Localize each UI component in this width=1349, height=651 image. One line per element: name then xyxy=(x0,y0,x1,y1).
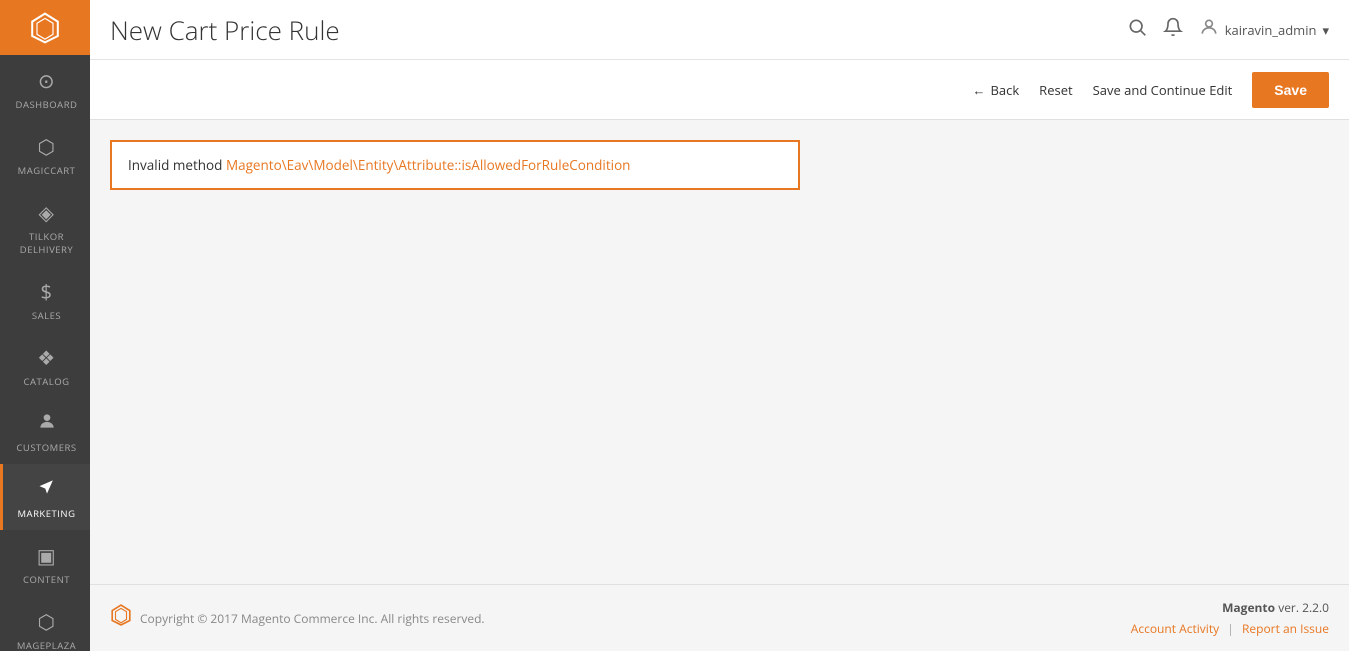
user-dropdown-icon: ▾ xyxy=(1322,21,1329,39)
sidebar: ⊙ DASHBOARD ⬡ MAGICCART ◈ TILKORDELHIVER… xyxy=(0,0,90,651)
marketing-icon xyxy=(37,476,57,503)
sidebar-item-dashboard[interactable]: ⊙ DASHBOARD xyxy=(0,55,90,121)
user-menu[interactable]: kairavin_admin ▾ xyxy=(1199,16,1329,43)
top-bar-actions: kairavin_admin ▾ xyxy=(1127,16,1329,43)
sidebar-item-label: CATALOG xyxy=(24,375,70,388)
user-name: kairavin_admin xyxy=(1225,21,1317,39)
footer-separator: | xyxy=(1227,620,1234,637)
footer-left: Copyright © 2017 Magento Commerce Inc. A… xyxy=(110,604,485,632)
page-title: New Cart Price Rule xyxy=(110,12,340,48)
magento-logo-icon xyxy=(110,604,132,632)
sidebar-item-label: DASHBOARD xyxy=(16,98,78,111)
customers-icon xyxy=(37,410,57,437)
footer: Copyright © 2017 Magento Commerce Inc. A… xyxy=(90,584,1349,651)
content-area: Invalid method Magento\Eav\Model\Entity\… xyxy=(90,120,1349,584)
sidebar-item-mageplaza[interactable]: ⬡ MAGEPLAZA xyxy=(0,596,90,651)
dashboard-icon: ⊙ xyxy=(38,67,55,94)
magento-label: Magento xyxy=(1222,599,1275,616)
sidebar-item-catalog[interactable]: ❖ CATALOG xyxy=(0,332,90,398)
user-avatar-icon xyxy=(1199,16,1219,43)
sales-icon: $ xyxy=(41,278,53,305)
back-button[interactable]: ← Back xyxy=(972,81,1019,99)
reset-button[interactable]: Reset xyxy=(1039,81,1072,99)
content-icon: ▣ xyxy=(37,542,56,569)
notifications-icon[interactable] xyxy=(1163,17,1183,43)
magento-version: Magento ver. 2.2.0 xyxy=(1131,599,1329,616)
footer-links: Account Activity | Report an Issue xyxy=(1131,620,1329,637)
footer-right: Magento ver. 2.2.0 Account Activity | Re… xyxy=(1131,599,1329,637)
sidebar-item-magiccart[interactable]: ⬡ MAGICCART xyxy=(0,121,90,187)
error-message-box: Invalid method Magento\Eav\Model\Entity\… xyxy=(110,140,800,190)
sidebar-item-label: CUSTOMERS xyxy=(16,441,76,454)
sidebar-item-label: MAGEPLAZA xyxy=(17,639,76,651)
sidebar-item-label: SALES xyxy=(32,309,61,322)
sidebar-item-tilkor[interactable]: ◈ TILKORDELHIVERY xyxy=(0,187,90,266)
magento-version-number: ver. 2.2.0 xyxy=(1278,599,1329,616)
tilkor-icon: ◈ xyxy=(39,199,55,226)
sidebar-item-content[interactable]: ▣ CONTENT xyxy=(0,530,90,596)
sidebar-item-label: MARKETING xyxy=(18,507,76,520)
top-bar: New Cart Price Rule kairavin_admin ▾ xyxy=(90,0,1349,60)
footer-copyright: Copyright © 2017 Magento Commerce Inc. A… xyxy=(140,610,485,627)
back-arrow-icon: ← xyxy=(972,81,985,99)
sidebar-item-label: TILKORDELHIVERY xyxy=(20,230,73,256)
sidebar-logo xyxy=(0,0,90,55)
save-continue-button[interactable]: Save and Continue Edit xyxy=(1093,81,1233,99)
mageplaza-icon: ⬡ xyxy=(38,608,56,635)
main-content: New Cart Price Rule kairavin_admin ▾ ← B… xyxy=(90,0,1349,651)
sidebar-item-customers[interactable]: CUSTOMERS xyxy=(0,398,90,464)
account-activity-link[interactable]: Account Activity xyxy=(1131,620,1219,637)
magiccart-icon: ⬡ xyxy=(38,133,56,160)
sidebar-item-marketing[interactable]: MARKETING xyxy=(0,464,90,530)
action-bar: ← Back Reset Save and Continue Edit Save xyxy=(90,60,1349,120)
catalog-icon: ❖ xyxy=(37,344,55,371)
sidebar-item-sales[interactable]: $ SALES xyxy=(0,266,90,332)
error-link[interactable]: Magento\Eav\Model\Entity\Attribute::isAl… xyxy=(226,156,631,174)
sidebar-item-label: MAGICCART xyxy=(18,164,76,177)
search-icon[interactable] xyxy=(1127,17,1147,43)
save-button[interactable]: Save xyxy=(1252,72,1329,108)
back-label: Back xyxy=(990,81,1019,99)
error-text-prefix: Invalid method xyxy=(128,156,226,174)
report-issue-link[interactable]: Report an Issue xyxy=(1242,620,1329,637)
sidebar-item-label: CONTENT xyxy=(23,573,70,586)
